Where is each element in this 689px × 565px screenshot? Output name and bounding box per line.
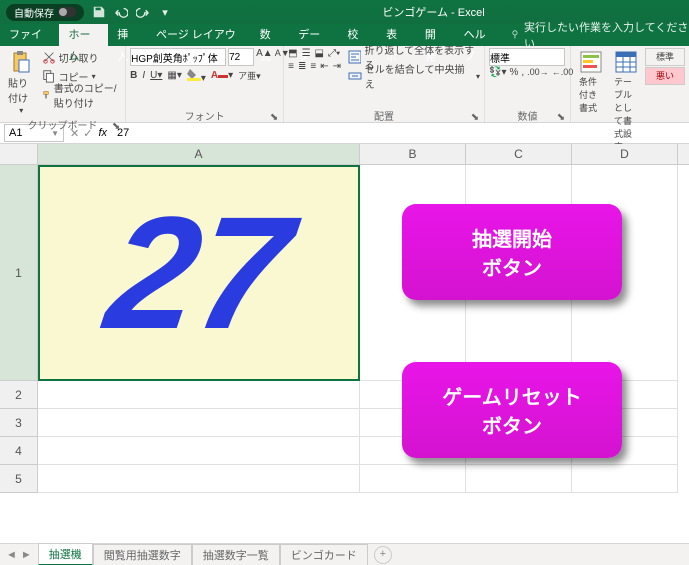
cell-a1[interactable]: 27 [38, 165, 360, 381]
dialog-launcher-icon[interactable]: ⬊ [111, 121, 121, 131]
autosave-toggle[interactable]: 自動保存 [6, 4, 84, 21]
row-header-1[interactable]: 1 [0, 165, 37, 381]
col-header-a[interactable]: A [38, 144, 360, 164]
cut-button[interactable]: 切り取り [42, 48, 122, 66]
col-header-d[interactable]: D [572, 144, 678, 164]
tab-nav-next-icon[interactable]: ► [21, 549, 32, 561]
font-color-button[interactable]: A▾ [211, 70, 233, 81]
col-header-c[interactable]: C [466, 144, 572, 164]
redo-icon[interactable] [136, 5, 150, 19]
col-header-b[interactable]: B [360, 144, 466, 164]
sheet-tab-2[interactable]: 閲覧用抽選数字 [93, 544, 192, 565]
font-size-input[interactable] [228, 48, 254, 66]
decrease-decimal-icon[interactable]: ←.00 [552, 67, 574, 78]
ribbon: 貼り付け▾ 切り取り コピー▾ 書式のコピー/貼り付け クリップボード⬊ A▲ … [0, 46, 689, 123]
dialog-launcher-icon[interactable]: ⬊ [556, 112, 566, 122]
new-sheet-button[interactable]: + [374, 546, 392, 564]
bingo-number: 27 [97, 181, 301, 365]
conditional-format-button[interactable]: 条件付き書式 [575, 48, 607, 116]
group-alignment: ⬒☰⬓ ⤢▾ ≡≣≡ ⇤⇥ 折り返して全体を表示する セルを結合して中央揃え▾ … [284, 46, 485, 122]
row-header-3[interactable]: 3 [0, 409, 37, 437]
row-headers: 1 2 3 4 5 [0, 165, 38, 493]
undo-icon[interactable] [114, 5, 128, 19]
group-number: 💱▾ % , .00→ ←.00 数値⬊ [485, 46, 571, 122]
select-all-corner[interactable] [0, 144, 38, 165]
bold-button[interactable]: B [130, 70, 137, 81]
format-painter-button[interactable]: 書式のコピー/貼り付け [42, 86, 122, 104]
merge-center-button[interactable]: セルを結合して中央揃え▾ [348, 67, 480, 85]
tab-file[interactable]: ファイル [0, 24, 59, 46]
tab-data[interactable]: データ [289, 24, 338, 46]
qat-more-icon[interactable]: ▾ [158, 5, 172, 19]
sheet-tab-4[interactable]: ビンゴカード [280, 544, 368, 565]
percent-format-icon[interactable]: % [509, 67, 518, 78]
fill-color-button[interactable]: ▾ [187, 67, 206, 84]
tell-me-search[interactable]: 実行したい作業を入力してください [510, 19, 689, 51]
dialog-launcher-icon[interactable]: ⬊ [269, 112, 279, 122]
tab-insert[interactable]: 挿入 [108, 24, 147, 46]
phonetic-button[interactable]: ア亜▾ [238, 69, 261, 82]
game-reset-button[interactable]: ゲームリセットボタン [402, 362, 622, 458]
orientation-icon[interactable]: ⤢▾ [328, 48, 340, 59]
sheet-tab-3[interactable]: 抽選数字一覧 [192, 544, 280, 565]
tab-nav-prev-icon[interactable]: ◄ [6, 549, 17, 561]
comma-format-icon[interactable]: , [521, 67, 524, 78]
font-name-input[interactable] [130, 48, 226, 66]
worksheet: A B C D 1 2 3 4 5 27 抽選開始ボタン ゲームリセットボタン [0, 144, 689, 543]
group-clipboard: 貼り付け▾ 切り取り コピー▾ 書式のコピー/貼り付け クリップボード⬊ [0, 46, 126, 122]
save-icon[interactable] [92, 5, 106, 19]
row-header-5[interactable]: 5 [0, 465, 37, 493]
tab-formulas[interactable]: 数式 [251, 24, 290, 46]
group-styles: 条件付き書式 テーブルとして書式設定 標準 悪い [571, 46, 689, 122]
formula-input[interactable]: 27 [113, 127, 689, 139]
indent-dec-icon[interactable]: ⇤ [320, 61, 328, 72]
underline-button[interactable]: U▾ [150, 70, 162, 81]
border-button[interactable]: ▦▾ [167, 70, 181, 81]
italic-button[interactable]: I [142, 70, 145, 81]
tab-home[interactable]: ホーム [59, 24, 108, 46]
accounting-format-icon[interactable]: 💱▾ [489, 67, 506, 78]
align-center-icon[interactable]: ≣ [298, 61, 306, 72]
increase-decimal-icon[interactable]: .00→ [527, 67, 549, 78]
row-header-2[interactable]: 2 [0, 381, 37, 409]
align-left-icon[interactable]: ≡ [288, 61, 294, 72]
align-right-icon[interactable]: ≡ [310, 61, 316, 72]
indent-inc-icon[interactable]: ⇥ [333, 61, 341, 72]
column-headers: A B C D [38, 144, 689, 165]
sheet-tab-bar: ◄ ► 抽選機 閲覧用抽選数字 抽選数字一覧 ビンゴカード + [0, 543, 689, 565]
sheet-tab-1[interactable]: 抽選機 [38, 543, 93, 565]
draw-start-button[interactable]: 抽選開始ボタン [402, 204, 622, 300]
dialog-launcher-icon[interactable]: ⬊ [470, 112, 480, 122]
align-top-icon[interactable]: ⬒ [288, 48, 297, 59]
tab-layout[interactable]: ページ レイアウト [147, 24, 251, 46]
style-bad[interactable]: 悪い [645, 67, 685, 85]
row-header-4[interactable]: 4 [0, 437, 37, 465]
align-bottom-icon[interactable]: ⬓ [315, 48, 324, 59]
ribbon-tabs: ファイル ホーム 挿入 ページ レイアウト 数式 データ 校閲 表示 開発 ヘル… [0, 24, 689, 46]
increase-font-icon[interactable]: A▲ [256, 48, 273, 66]
paste-button[interactable]: 貼り付け▾ [4, 48, 39, 117]
align-middle-icon[interactable]: ☰ [302, 48, 311, 59]
group-font: A▲ A▼ B I U▾ ▦▾ ▾ A▾ ア亜▾ フォント⬊ [126, 46, 284, 122]
document-title: ビンゴゲーム - Excel [178, 4, 689, 20]
